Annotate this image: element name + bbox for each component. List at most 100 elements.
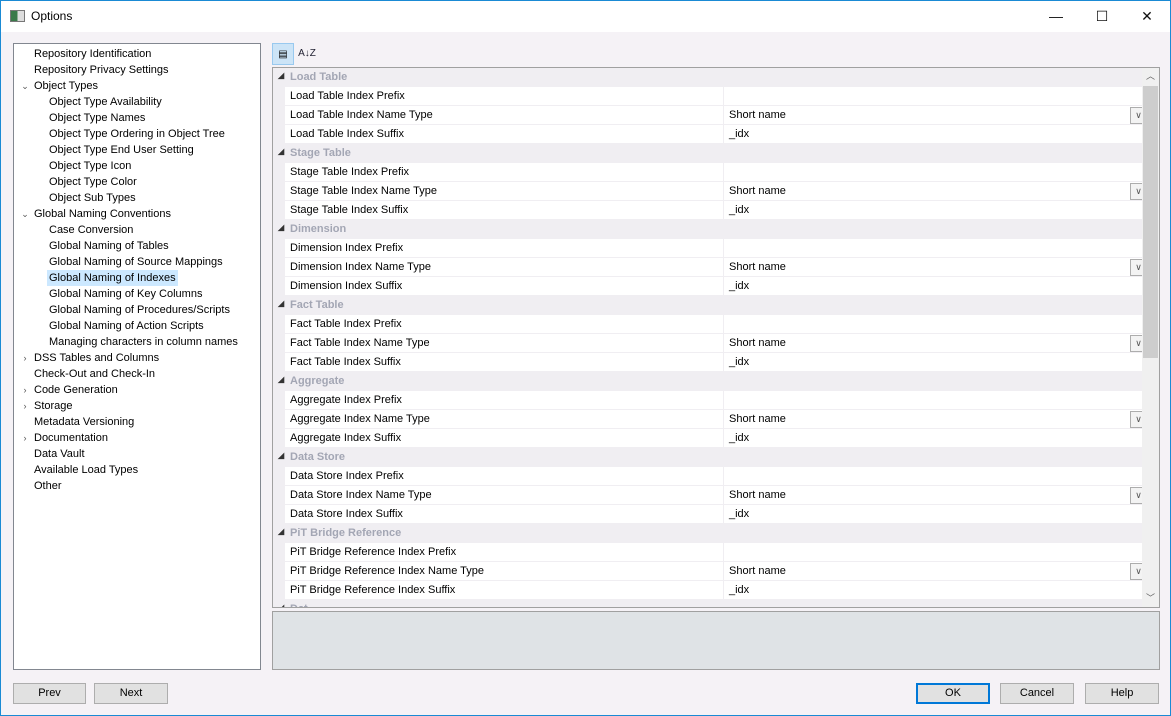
tree-item[interactable]: Repository Identification [14, 46, 260, 62]
collapse-icon[interactable]: ⌄ [19, 206, 31, 222]
tree-item[interactable]: ⌄ Object Types [14, 78, 260, 94]
property-row[interactable]: Dimension Index Suffix _idx [285, 277, 1143, 296]
tree-item[interactable]: Global Naming of Procedures/Scripts [14, 302, 260, 318]
next-button[interactable]: Next [94, 683, 168, 704]
tree-item[interactable]: Global Naming of Source Mappings [14, 254, 260, 270]
collapse-triangle-icon[interactable]: ◢ [278, 527, 284, 536]
scroll-down-icon[interactable]: ﹀ [1142, 590, 1159, 607]
expand-icon[interactable]: › [19, 398, 31, 414]
expand-icon[interactable]: › [19, 350, 31, 366]
property-row[interactable]: Load Table Index Prefix [285, 87, 1143, 106]
scroll-up-icon[interactable]: ︿ [1142, 68, 1159, 85]
property-row[interactable]: Stage Table Index Prefix [285, 163, 1143, 182]
property-value[interactable]: _idx [723, 277, 1149, 296]
property-value[interactable]: Short name ∨ [723, 562, 1149, 581]
tree-item[interactable]: › Documentation [14, 430, 260, 446]
collapse-icon[interactable]: ⌄ [19, 78, 31, 94]
property-value[interactable]: Short name ∨ [723, 486, 1149, 505]
property-row[interactable]: Aggregate Index Prefix [285, 391, 1143, 410]
maximize-button[interactable]: ☐ [1079, 1, 1125, 32]
property-value[interactable]: Short name ∨ [723, 106, 1149, 125]
property-row[interactable]: Fact Table Index Suffix _idx [285, 353, 1143, 372]
property-value[interactable]: _idx [723, 125, 1149, 144]
tree-item[interactable]: Metadata Versioning [14, 414, 260, 430]
tree-item[interactable]: Global Naming of Indexes [14, 270, 260, 286]
category-row[interactable]: ◢ Dat [273, 600, 1143, 607]
collapse-triangle-icon[interactable]: ◢ [278, 299, 284, 308]
property-row[interactable]: Load Table Index Suffix _idx [285, 125, 1143, 144]
expand-icon[interactable]: › [19, 382, 31, 398]
property-value[interactable] [723, 467, 1149, 486]
tree-item[interactable]: Global Naming of Tables [14, 238, 260, 254]
tree-item[interactable]: Object Sub Types [14, 190, 260, 206]
collapse-triangle-icon[interactable]: ◢ [278, 147, 284, 156]
categorized-view-button[interactable]: ▤ [272, 43, 294, 65]
minimize-button[interactable]: — [1033, 1, 1079, 32]
tree-item[interactable]: Data Vault [14, 446, 260, 462]
collapse-triangle-icon[interactable]: ◢ [278, 603, 284, 607]
property-value[interactable] [723, 163, 1149, 182]
property-row[interactable]: Fact Table Index Prefix [285, 315, 1143, 334]
property-value[interactable] [723, 543, 1149, 562]
property-value[interactable] [723, 391, 1149, 410]
collapse-triangle-icon[interactable]: ◢ [278, 375, 284, 384]
property-row[interactable]: Data Store Index Suffix _idx [285, 505, 1143, 524]
category-row[interactable]: ◢ Dimension [273, 220, 1143, 239]
property-row[interactable]: Stage Table Index Name Type Short name ∨ [285, 182, 1147, 201]
category-row[interactable]: ◢ Aggregate [273, 372, 1143, 391]
collapse-triangle-icon[interactable]: ◢ [278, 71, 284, 80]
property-row[interactable]: Load Table Index Name Type Short name ∨ [285, 106, 1147, 125]
property-value[interactable]: Short name ∨ [723, 182, 1149, 201]
tree-item[interactable]: Check-Out and Check-In [14, 366, 260, 382]
collapse-triangle-icon[interactable]: ◢ [278, 451, 284, 460]
tree-item[interactable]: Object Type Icon [14, 158, 260, 174]
tree-item[interactable]: › DSS Tables and Columns [14, 350, 260, 366]
property-value[interactable]: Short name ∨ [723, 410, 1149, 429]
tree-item[interactable]: Global Naming of Key Columns [14, 286, 260, 302]
options-tree[interactable]: Repository Identification Repository Priv… [13, 43, 261, 670]
tree-item[interactable]: › Storage [14, 398, 260, 414]
tree-item[interactable]: Managing characters in column names [14, 334, 260, 350]
property-row[interactable]: Data Store Index Name Type Short name ∨ [285, 486, 1147, 505]
category-row[interactable]: ◢ PiT Bridge Reference [273, 524, 1143, 543]
prev-button[interactable]: Prev [13, 683, 86, 704]
category-row[interactable]: ◢ Load Table [273, 68, 1143, 87]
collapse-triangle-icon[interactable]: ◢ [278, 223, 284, 232]
property-value[interactable] [723, 239, 1149, 258]
category-row[interactable]: ◢ Data Store [273, 448, 1143, 467]
tree-item[interactable]: Case Conversion [14, 222, 260, 238]
property-value[interactable]: _idx [723, 201, 1149, 220]
tree-item[interactable]: Object Type Color [14, 174, 260, 190]
tree-item[interactable]: Object Type Names [14, 110, 260, 126]
property-row[interactable]: Dimension Index Prefix [285, 239, 1143, 258]
property-value[interactable]: _idx [723, 581, 1149, 600]
ok-button[interactable]: OK [916, 683, 990, 704]
property-row[interactable]: Stage Table Index Suffix _idx [285, 201, 1143, 220]
expand-icon[interactable]: › [19, 430, 31, 446]
property-row[interactable]: Aggregate Index Suffix _idx [285, 429, 1143, 448]
property-value[interactable]: Short name ∨ [723, 258, 1149, 277]
property-row[interactable]: Dimension Index Name Type Short name ∨ [285, 258, 1147, 277]
property-value[interactable]: _idx [723, 353, 1149, 372]
close-button[interactable]: ✕ [1124, 1, 1170, 32]
property-row[interactable]: Aggregate Index Name Type Short name ∨ [285, 410, 1147, 429]
tree-item[interactable]: ⌄ Global Naming Conventions [14, 206, 260, 222]
tree-item[interactable]: Repository Privacy Settings [14, 62, 260, 78]
vertical-scrollbar[interactable]: ︿ ﹀ [1142, 68, 1159, 607]
property-value[interactable]: Short name ∨ [723, 334, 1149, 353]
category-row[interactable]: ◢ Stage Table [273, 144, 1143, 163]
property-row[interactable]: PiT Bridge Reference Index Name Type Shor… [285, 562, 1147, 581]
alphabetical-sort-button[interactable]: A↓Z [296, 43, 318, 65]
tree-item[interactable]: Global Naming of Action Scripts [14, 318, 260, 334]
property-row[interactable]: PiT Bridge Reference Index Suffix _idx [285, 581, 1143, 600]
tree-item[interactable]: Object Type End User Setting [14, 142, 260, 158]
category-row[interactable]: ◢ Fact Table [273, 296, 1143, 315]
help-button[interactable]: Help [1085, 683, 1159, 704]
property-value[interactable]: _idx [723, 429, 1149, 448]
property-row[interactable]: Data Store Index Prefix [285, 467, 1143, 486]
tree-item[interactable]: Object Type Availability [14, 94, 260, 110]
scrollbar-thumb[interactable] [1143, 86, 1158, 358]
property-value[interactable] [723, 87, 1149, 106]
tree-item[interactable]: Object Type Ordering in Object Tree [14, 126, 260, 142]
tree-item[interactable]: Available Load Types [14, 462, 260, 478]
